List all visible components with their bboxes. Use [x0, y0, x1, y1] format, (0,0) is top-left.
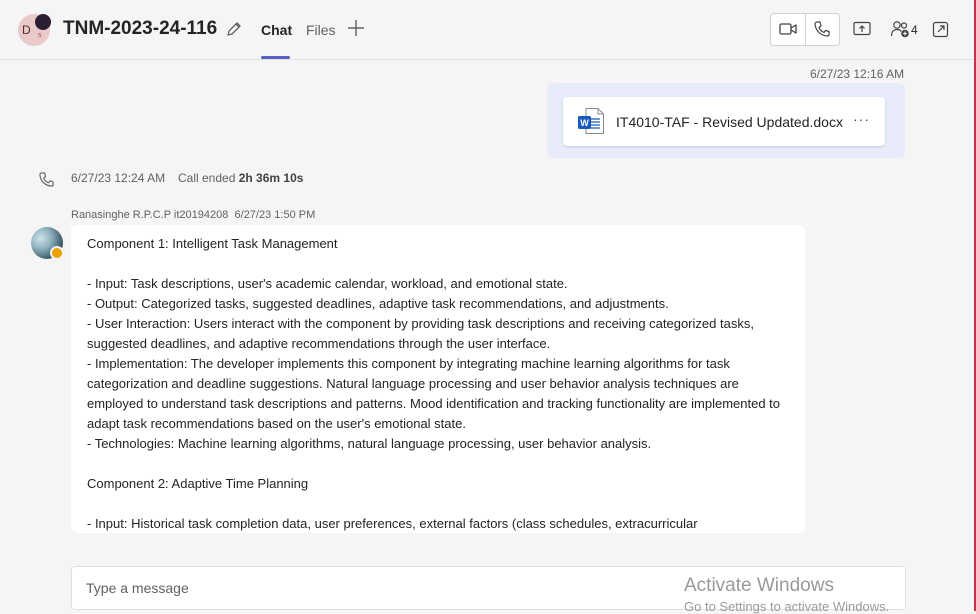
audio-call-icon[interactable] — [813, 20, 831, 38]
message-line: Component 1: Intelligent Task Management — [87, 236, 338, 251]
word-document-icon: W — [578, 108, 604, 134]
pop-out-icon[interactable] — [932, 21, 949, 38]
add-tab-icon[interactable] — [346, 18, 366, 38]
file-more-options-icon[interactable]: ··· — [853, 111, 870, 127]
message-header: Ranasinghe R.P.C.P it20194208 6/27/23 1:… — [71, 209, 315, 221]
call-ended-event: 6/27/23 12:24 AM Call ended 2h 36m 10s — [0, 170, 976, 190]
file-name[interactable]: IT4010-TAF - Revised Updated.docx — [616, 114, 843, 130]
message-line: - User Interaction: Users interact with … — [87, 316, 754, 351]
phone-icon — [39, 172, 54, 187]
chat-header: D s TNM-2023-24-116 Chat Files 4 — [0, 0, 976, 60]
message-line: - Technologies: Machine learning algorit… — [87, 436, 652, 451]
group-avatar[interactable]: D s — [18, 14, 52, 46]
call-timestamp: 6/27/23 12:24 AM — [71, 171, 166, 185]
call-duration: 2h 36m 10s — [238, 171, 304, 185]
windows-activation-watermark: Activate Windows Go to Settings to activ… — [684, 575, 889, 614]
message-line: - Implementation: The developer implemen… — [87, 356, 781, 431]
share-screen-icon[interactable] — [853, 21, 871, 37]
message-input[interactable] — [84, 577, 688, 599]
message-line: Component 2: Adaptive Time Planning — [87, 476, 309, 491]
chat-title: TNM-2023-24-116 — [63, 18, 218, 39]
edit-pencil-icon[interactable] — [225, 20, 243, 38]
message-blank-line — [87, 494, 791, 514]
tab-chat[interactable]: Chat — [261, 22, 292, 38]
call-button-group — [770, 13, 840, 46]
file-message-timestamp: 6/27/23 12:16 AM — [810, 67, 905, 81]
message-line: - Input: Historical task completion data… — [87, 516, 698, 531]
participants-count[interactable]: 4 — [911, 23, 918, 37]
message-line: - Input: Task descriptions, user's acade… — [87, 276, 568, 291]
message-bubble[interactable]: Component 1: Intelligent Task Management… — [71, 225, 805, 533]
tab-files[interactable]: Files — [306, 22, 336, 38]
message-blank-line — [87, 254, 791, 274]
active-tab-indicator — [261, 56, 290, 59]
message-blank-line — [87, 454, 791, 474]
message-timestamp: 6/27/23 1:50 PM — [234, 209, 316, 221]
call-ended-label: Call ended — [178, 171, 236, 185]
message-text: Component 1: Intelligent Task Management… — [87, 234, 791, 533]
away-status-badge — [50, 246, 64, 260]
watermark-line-1: Activate Windows — [684, 575, 834, 596]
sender-avatar[interactable] — [31, 227, 64, 260]
file-attachment-card[interactable]: W IT4010-TAF - Revised Updated.docx ··· — [563, 97, 885, 146]
svg-text:W: W — [580, 118, 589, 128]
avatar-sub-initial: s — [38, 32, 42, 39]
call-ended-text: Call ended 2h 36m 10s — [178, 171, 303, 185]
avatar-image — [35, 14, 51, 30]
sender-name[interactable]: Ranasinghe R.P.C.P it20194208 — [71, 209, 228, 221]
watermark-line-2: Go to Settings to activate Windows. — [684, 599, 890, 614]
message-line: - Output: Categorized tasks, suggested d… — [87, 296, 669, 311]
video-call-icon[interactable] — [779, 21, 797, 37]
people-icon[interactable] — [890, 20, 910, 38]
call-group-divider — [805, 14, 806, 45]
